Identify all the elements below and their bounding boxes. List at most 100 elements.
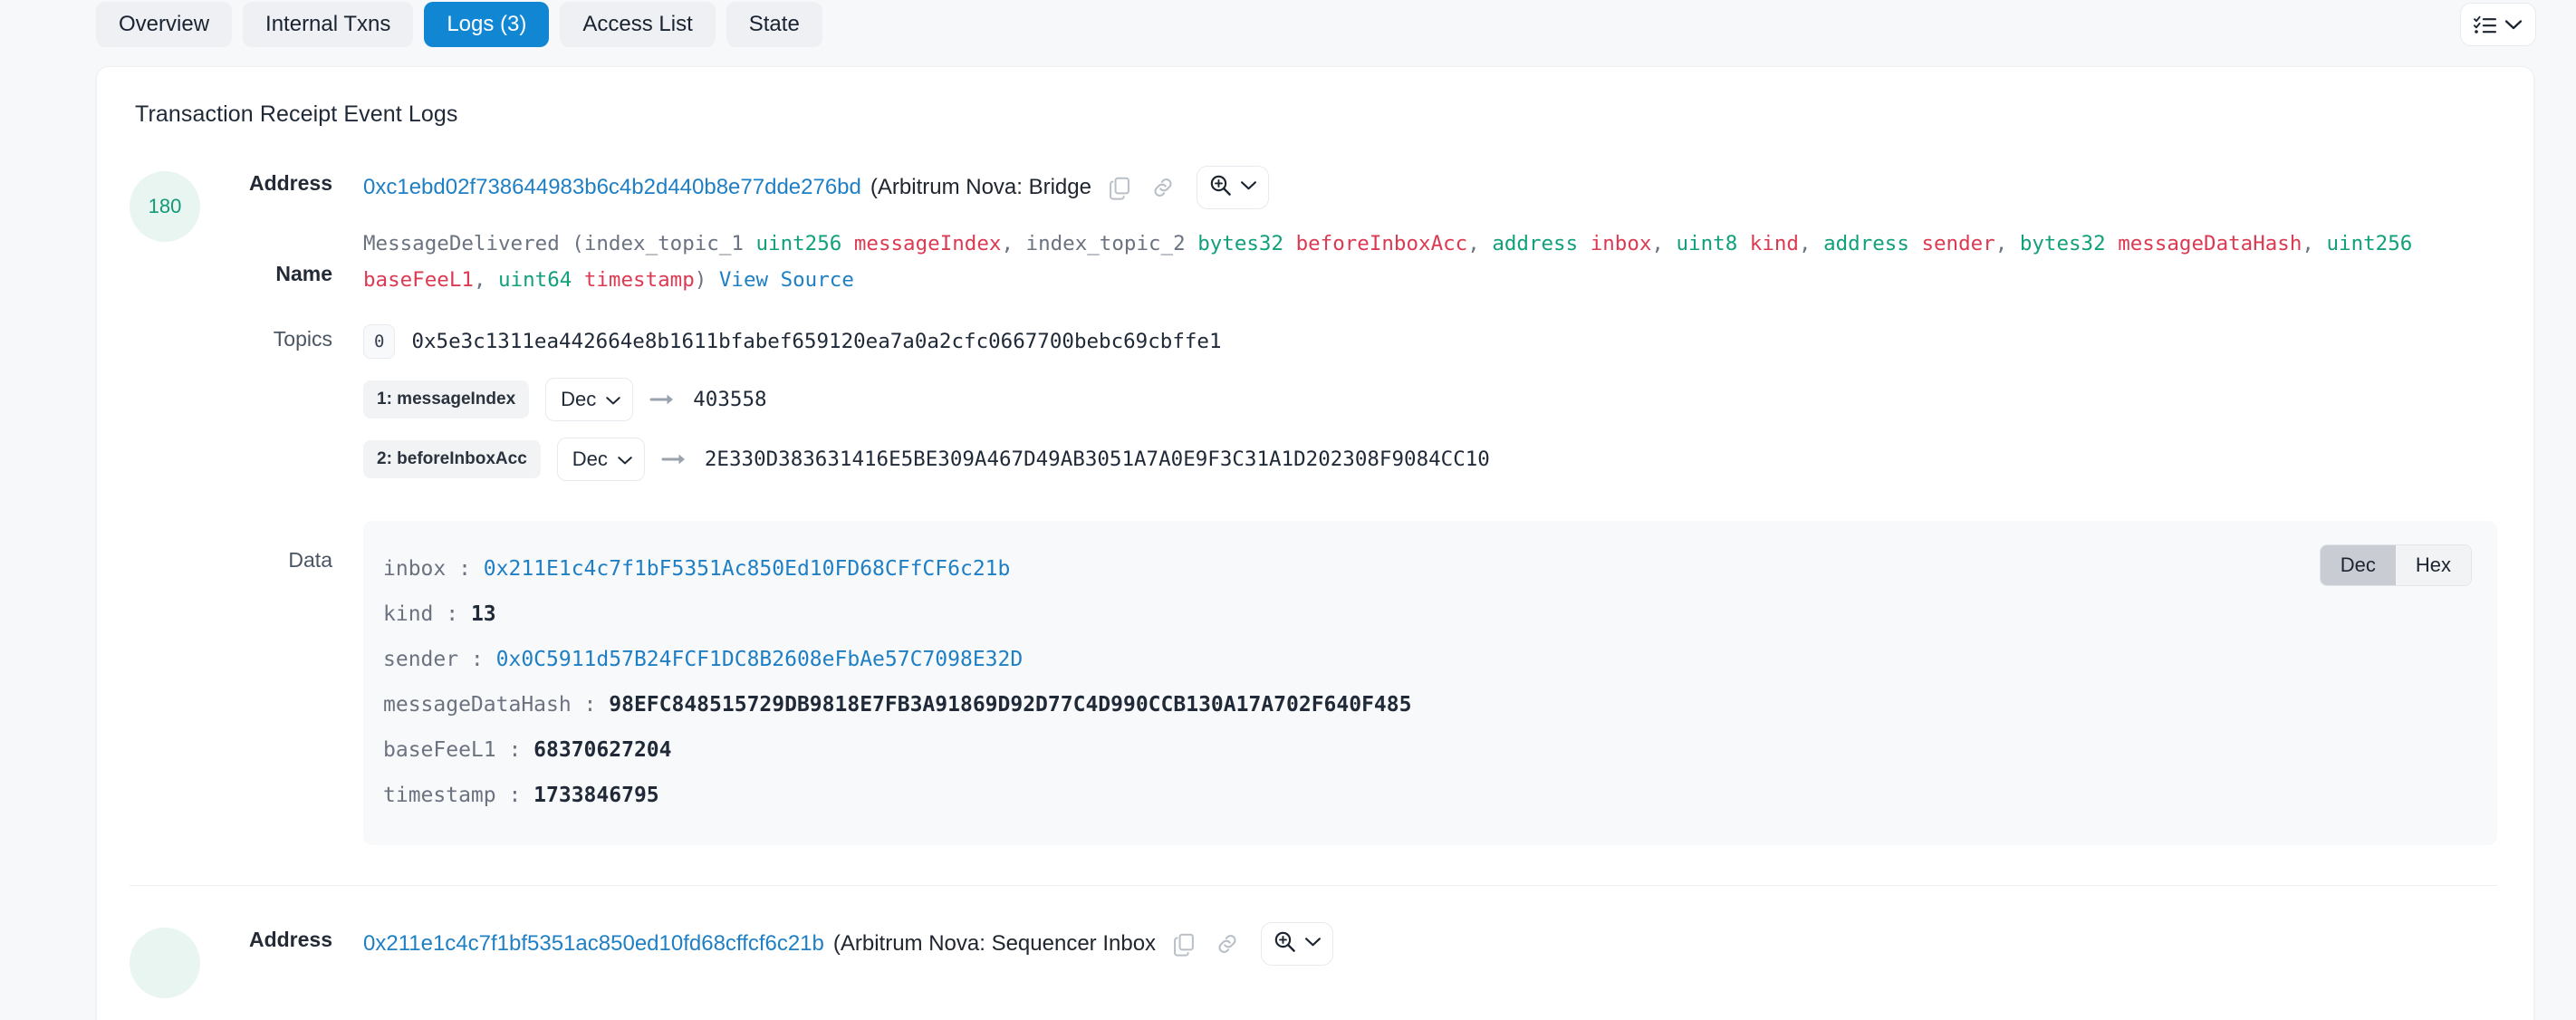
topic-item: 2: beforeInboxAcc Dec 2E330D383631416E5B…	[363, 438, 2497, 481]
param-name: inbox	[1590, 232, 1652, 255]
topic-name-pill: 1: messageIndex	[363, 380, 530, 419]
topic-value: 2E330D383631416E5BE309A467D49AB3051A7A0E…	[704, 447, 1490, 471]
link-icon[interactable]	[1148, 172, 1178, 203]
topics-label: Topics	[273, 327, 332, 351]
param-name: baseFeeL1	[363, 268, 474, 292]
topic-index: 0	[363, 324, 396, 359]
data-label: Data	[288, 548, 332, 572]
data-line: sender : 0x0C5911d57B24FCF1DC8B2608eFbAe…	[383, 637, 2470, 682]
name-row: Name MessageDelivered (index_topic_1 uin…	[227, 226, 2497, 298]
data-key: timestamp :	[383, 784, 534, 807]
address-row: Address 0x211e1c4c7f1bf5351ac850ed10fd68…	[227, 922, 2497, 966]
event-logs-card: Transaction Receipt Event Logs 180 Addre…	[96, 66, 2534, 1020]
topic-item: 1: messageIndex Dec 403558	[363, 378, 2497, 421]
topics-row: Topics 0 0x5e3c1311ea442664e8b1611bfabef…	[227, 322, 2497, 497]
address-label: Address	[248, 928, 332, 951]
param-name: beforeInboxAcc	[1295, 232, 1468, 255]
data-format-toggle[interactable]: Dec Hex	[2319, 544, 2472, 587]
log-index-column: 181	[130, 922, 227, 998]
tab-state[interactable]: State	[726, 2, 822, 47]
data-line: baseFeeL1 : 68370627204	[383, 727, 2470, 773]
chevron-down-icon	[605, 388, 621, 411]
topic-item: 0 0x5e3c1311ea442664e8b1611bfabef659120e…	[363, 322, 2497, 361]
address-zoom-button[interactable]	[1261, 922, 1334, 966]
data-row: Data Dec Hex inbox : 0x211E1c4c7f1bF5351…	[227, 521, 2497, 845]
address-link[interactable]: 0xc1ebd02f738644983b6c4b2d440b8e77dde276…	[363, 175, 861, 200]
magnifier-plus-icon	[1208, 173, 1233, 202]
data-rows: inbox : 0x211E1c4c7f1bF5351Ac850Ed10FD68…	[383, 546, 2470, 818]
data-format-hex[interactable]: Hex	[2395, 545, 2471, 586]
data-value: 98EFC848515729DB9818E7FB3A91869D92D77C4D…	[609, 693, 1412, 717]
data-key: baseFeeL1 :	[383, 738, 534, 762]
param-name: timestamp	[583, 268, 695, 292]
param-type: uint256	[755, 232, 842, 255]
view-source-link[interactable]: View Source	[719, 268, 854, 292]
copy-icon[interactable]	[1168, 929, 1199, 959]
log-fields: Address 0xc1ebd02f738644983b6c4b2d440b8e…	[227, 166, 2497, 845]
chevron-down-icon	[1304, 936, 1322, 952]
arrow-right-icon	[649, 391, 677, 408]
data-key: sender :	[383, 648, 496, 671]
param-type: address	[1823, 232, 1909, 255]
address-row: Address 0xc1ebd02f738644983b6c4b2d440b8e…	[227, 166, 2497, 209]
param-type: bytes32	[1197, 232, 1284, 255]
data-value: Dec Hex inbox : 0x211E1c4c7f1bF5351Ac850…	[363, 521, 2497, 845]
data-value: 13	[470, 602, 496, 626]
name-value: MessageDelivered (index_topic_1 uint256 …	[363, 226, 2497, 298]
topic-format-select[interactable]: Dec	[545, 378, 634, 421]
data-line: inbox : 0x211E1c4c7f1bF5351Ac850Ed10FD68…	[383, 546, 2470, 592]
event-name: MessageDelivered	[363, 232, 560, 255]
list-view-toggle-button[interactable]	[2460, 3, 2536, 46]
param-name: sender	[1921, 232, 1995, 255]
address-zoom-button[interactable]	[1196, 166, 1269, 209]
log-index-badge: 180	[130, 171, 200, 242]
link-icon[interactable]	[1212, 929, 1243, 959]
copy-icon[interactable]	[1104, 172, 1135, 203]
param-type: uint256	[2326, 232, 2413, 255]
arrow-right-icon	[661, 451, 688, 467]
data-line: timestamp : 1733846795	[383, 773, 2470, 818]
data-value: 68370627204	[533, 738, 672, 762]
topic-format-label: Dec	[572, 447, 608, 470]
param-type: uint64	[498, 268, 572, 292]
data-format-dec[interactable]: Dec	[2320, 545, 2396, 586]
name-label: Name	[275, 262, 332, 285]
address-link[interactable]: 0x211e1c4c7f1bf5351ac850ed10fd68cffcf6c2…	[363, 931, 824, 957]
param-type: address	[1492, 232, 1579, 255]
param-index-topic: index_topic_1	[583, 232, 756, 255]
topic-name-pill: 2: beforeInboxAcc	[363, 440, 541, 478]
data-line: kind : 13	[383, 592, 2470, 637]
data-value: 1733846795	[533, 784, 659, 807]
data-key: messageDataHash :	[383, 693, 610, 717]
topic-value: 403558	[693, 388, 767, 411]
tab-internal-txns[interactable]: Internal Txns	[243, 2, 414, 47]
topic-value: 0x5e3c1311ea442664e8b1611bfabef659120ea7…	[411, 330, 1222, 353]
tab-access-list[interactable]: Access List	[560, 2, 716, 47]
data-key: inbox :	[383, 557, 484, 581]
data-value-link[interactable]: 0x0C5911d57B24FCF1DC8B2608eFbAe57C7098E3…	[496, 648, 1024, 671]
log-entry: 180 Address 0xc1ebd02f738644983b6c4b2d44…	[97, 128, 2533, 845]
param-name: kind	[1749, 232, 1799, 255]
data-value-link[interactable]: 0x211E1c4c7f1bF5351Ac850Ed10FD68CFfCF6c2…	[484, 557, 1011, 581]
magnifier-plus-icon	[1273, 929, 1297, 958]
address-value: 0xc1ebd02f738644983b6c4b2d440b8e77dde276…	[363, 166, 2497, 209]
data-line: messageDataHash : 98EFC848515729DB9818E7…	[383, 682, 2470, 727]
checklist-icon	[2474, 14, 2497, 34]
param-name: messageIndex	[853, 232, 1002, 255]
event-signature: MessageDelivered (index_topic_1 uint256 …	[363, 232, 2413, 292]
address-tag: (Arbitrum Nova: Sequencer Inbox	[832, 931, 1157, 956]
event-params: index_topic_1 uint256 messageIndex, inde…	[363, 232, 2413, 292]
address-label: Address	[248, 171, 332, 195]
address-value: 0x211e1c4c7f1bf5351ac850ed10fd68cffcf6c2…	[363, 922, 2497, 966]
tab-overview[interactable]: Overview	[96, 2, 233, 47]
param-index-topic: index_topic_2	[1025, 232, 1198, 255]
topic-format-select[interactable]: Dec	[556, 438, 645, 481]
topics-value: 0 0x5e3c1311ea442664e8b1611bfabef659120e…	[363, 322, 2497, 497]
log-entry: 181 Address 0x211e1c4c7f1bf5351ac850ed10…	[97, 886, 2533, 998]
param-name: messageDataHash	[2118, 232, 2302, 255]
chevron-down-icon	[617, 447, 633, 471]
chevron-down-icon	[1240, 179, 1257, 196]
tab-logs[interactable]: Logs (3)	[424, 2, 550, 47]
log-index-badge: 181	[130, 928, 200, 998]
page-root: Overview Internal Txns Logs (3) Access L…	[0, 0, 2576, 1020]
